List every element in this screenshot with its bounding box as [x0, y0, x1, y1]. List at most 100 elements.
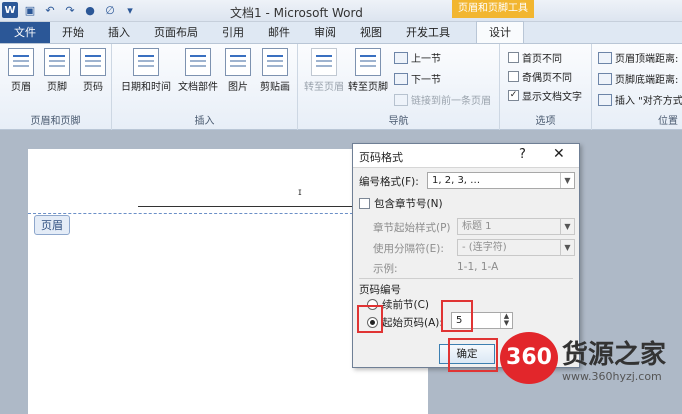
group-label-navigation: 导航 [388, 116, 409, 127]
header-tag: 页眉 [34, 215, 70, 235]
footer-distance-label: 页脚底端距离: [615, 75, 679, 86]
tab-references[interactable]: 引用 [210, 22, 256, 43]
group-navigation: 转至页眉 转至页脚 上一节 下一节 链接到前一条页眉 导航 [298, 44, 500, 130]
separator-select[interactable]: - (连字符) ▼ [457, 239, 575, 256]
chapter-style-value: 标题 1 [462, 221, 492, 232]
tab-view[interactable]: 视图 [348, 22, 394, 43]
number-format-label: 编号格式(F): [359, 176, 419, 188]
next-section-icon [394, 72, 408, 85]
group-label-options: 选项 [535, 116, 556, 127]
group-label-position: 位置 [658, 116, 678, 127]
show-document-text-label: 显示文档文字 [522, 92, 582, 103]
tab-file[interactable]: 文件 [0, 22, 50, 43]
group-label-insert: 插入 [194, 116, 215, 127]
page-number-button[interactable]: 页码 [74, 48, 112, 93]
quick-parts-icon [185, 48, 211, 76]
header-boundary [28, 213, 358, 214]
watermark: 360 货源之家 www.360hyzj.com [500, 330, 682, 390]
close-icon[interactable]: ✕ [553, 146, 565, 162]
tab-page-layout[interactable]: 页面布局 [142, 22, 210, 43]
undo-icon[interactable]: ↶ [42, 2, 58, 18]
redo-icon[interactable]: ↷ [62, 2, 78, 18]
previous-section-label: 上一节 [411, 54, 441, 65]
clip-art-icon [262, 48, 288, 76]
different-first-page-check[interactable] [508, 52, 519, 63]
spinner-arrows-icon[interactable]: ▲ ▼ [500, 313, 512, 328]
goto-header-button[interactable]: 转至页眉 [302, 48, 346, 93]
dialog-title-bar: 页码格式 ? ✕ [353, 144, 579, 168]
chapter-style-select[interactable]: 标题 1 ▼ [457, 218, 575, 235]
watermark-badge: 360 [500, 332, 558, 384]
tab-review[interactable]: 审阅 [302, 22, 348, 43]
clip-art-button[interactable]: 剪贴画 [256, 48, 294, 93]
save-icon[interactable]: ▣ [22, 2, 38, 18]
ribbon-tabs: 文件 开始 插入 页面布局 引用 邮件 审阅 视图 开发工具 设计 [0, 21, 682, 44]
highlight-ok-button [448, 338, 498, 372]
footer-bottom-distance[interactable]: 页脚底端距离: [598, 71, 678, 86]
goto-footer-button[interactable]: 转至页脚 [346, 48, 390, 93]
context-tab-header-footer-tools: 页眉和页脚工具 [452, 0, 534, 18]
example-row: 示例: [373, 261, 398, 276]
group-label-header-footer: 页眉和页脚 [30, 116, 81, 127]
footer-distance-icon [598, 72, 612, 85]
quick-parts-button[interactable]: 文档部件 [176, 48, 220, 93]
page-numbering-row: 页码编号 [359, 282, 401, 297]
tab-mailings[interactable]: 邮件 [256, 22, 302, 43]
tab-developer[interactable]: 开发工具 [394, 22, 462, 43]
different-first-page-label: 首页不同 [522, 54, 562, 65]
group-position: 页眉顶端距离: 页脚底端距离: 插入 "对齐方式 位置 [592, 44, 682, 130]
link-to-previous-label: 链接到前一条页眉 [411, 96, 491, 107]
link-to-previous-button[interactable]: 链接到前一条页眉 [394, 92, 491, 107]
show-document-text-checkbox[interactable]: ✓ 显示文档文字 [508, 88, 582, 103]
customize-icon[interactable]: ▾ [122, 2, 138, 18]
window-title: 文档1 - Microsoft Word [230, 6, 363, 20]
ribbon: 页眉 页脚 页码 页眉和页脚 日期和时间 文档部件 图片 剪贴画 插入 转至页眉… [0, 44, 682, 130]
picture-button[interactable]: 图片 [222, 48, 254, 93]
separator-row: 使用分隔符(E): [373, 241, 444, 256]
footer-button-label: 页脚 [47, 82, 67, 93]
watermark-text: 货源之家 [562, 340, 667, 370]
color-icon[interactable]: ● [82, 2, 98, 18]
previous-section-button[interactable]: 上一节 [394, 50, 441, 65]
different-odd-even-checkbox[interactable]: 奇偶页不同 [508, 69, 572, 84]
different-odd-even-check[interactable] [508, 71, 519, 82]
tab-home[interactable]: 开始 [50, 22, 96, 43]
header-button-label: 页眉 [11, 82, 31, 93]
date-time-button[interactable]: 日期和时间 [118, 48, 174, 93]
date-time-label: 日期和时间 [121, 82, 171, 93]
include-chapter-label: 包含章节号(N) [374, 198, 443, 210]
alignment-tab-icon [598, 93, 612, 106]
group-insert: 日期和时间 文档部件 图片 剪贴画 插入 [112, 44, 298, 130]
header-button[interactable]: 页眉 [2, 48, 40, 93]
highlight-start-at-radio [357, 305, 383, 333]
group-options: 首页不同 奇偶页不同 ✓ 显示文档文字 选项 [500, 44, 592, 130]
include-chapter-row[interactable]: 包含章节号(N) [359, 196, 443, 211]
group-header-footer: 页眉 页脚 页码 页眉和页脚 [0, 44, 112, 130]
header-top-distance[interactable]: 页眉顶端距离: [598, 50, 678, 65]
clear-icon[interactable]: ∅ [102, 2, 118, 18]
footer-icon [44, 48, 70, 76]
page-numbering-label: 页码编号 [359, 284, 401, 296]
footer-button[interactable]: 页脚 [38, 48, 76, 93]
previous-section-icon [394, 51, 408, 64]
different-first-page-checkbox[interactable]: 首页不同 [508, 50, 562, 65]
show-document-text-check[interactable]: ✓ [508, 90, 519, 101]
number-format-select[interactable]: 1, 2, 3, … ▼ [427, 172, 575, 189]
separator-label: 使用分隔符(E): [373, 243, 444, 255]
tab-insert[interactable]: 插入 [96, 22, 142, 43]
header-underline [138, 206, 383, 207]
include-chapter-checkbox[interactable] [359, 198, 370, 209]
chapter-style-label: 章节起始样式(P) [373, 222, 451, 234]
quick-access-toolbar: W ▣ ↶ ↷ ● ∅ ▾ [2, 2, 138, 18]
next-section-button[interactable]: 下一节 [394, 71, 441, 86]
chevron-down-icon: ▼ [560, 173, 574, 188]
header-distance-icon [598, 51, 612, 64]
goto-footer-icon [355, 48, 381, 76]
help-icon[interactable]: ? [519, 147, 526, 162]
clip-art-label: 剪贴画 [260, 82, 290, 93]
title-bar: W ▣ ↶ ↷ ● ∅ ▾ 文档1 - Microsoft Word 页眉和页脚… [0, 0, 682, 22]
page-number-icon [80, 48, 106, 76]
tab-design[interactable]: 设计 [476, 21, 524, 43]
insert-alignment-tab[interactable]: 插入 "对齐方式 [598, 92, 682, 107]
example-value: 1-1, 1-A [457, 261, 499, 273]
